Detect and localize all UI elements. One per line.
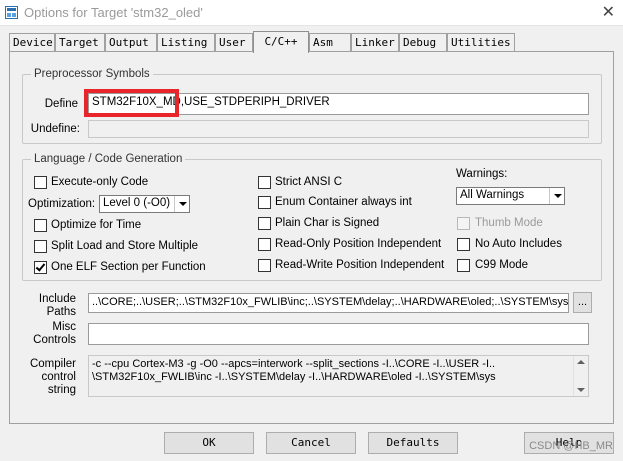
no-auto-includes-label: No Auto Includes: [475, 238, 562, 250]
define-label: Define: [44, 98, 78, 110]
warnings-label: Warnings:: [456, 168, 508, 180]
tab-output[interactable]: Output: [105, 33, 157, 52]
tab-utilities[interactable]: Utilities: [447, 33, 515, 52]
include-paths-label-line1: Include: [38, 293, 76, 305]
options-panel: Preprocessor Symbols Define STM32F10X_MD…: [9, 51, 614, 424]
define-input[interactable]: STM32F10X_MD,USE_STDPERIPH_DRIVER: [88, 93, 589, 115]
compiler-control-textarea[interactable]: -c --cpu Cortex-M3 -g -O0 --apcs=interwo…: [88, 355, 589, 397]
compiler-control-label-line1: Compiler: [29, 358, 76, 370]
no-auto-includes-checkbox[interactable]: [457, 238, 470, 251]
undefine-input[interactable]: [88, 120, 589, 138]
close-icon[interactable]: ✕: [602, 2, 615, 22]
compiler-control-scrollbar[interactable]: [573, 356, 588, 396]
app-icon: [5, 6, 18, 19]
strict-ansi-label: Strict ANSI C: [275, 176, 343, 188]
language-group-label: Language / Code Generation: [34, 153, 183, 165]
preprocessor-group-label: Preprocessor Symbols: [34, 68, 150, 80]
enum-container-label: Enum Container always int: [275, 196, 412, 208]
include-paths-input[interactable]: ..\CORE;..\USER;..\STM32F10x_FWLIB\inc;.…: [88, 293, 569, 313]
tab-debug[interactable]: Debug: [399, 33, 447, 52]
split-load-label: Split Load and Store Multiple: [51, 240, 199, 252]
ok-button[interactable]: OK: [164, 432, 254, 454]
one-elf-label: One ELF Section per Function: [51, 261, 206, 273]
warnings-select[interactable]: All Warnings: [456, 187, 565, 205]
misc-controls-input[interactable]: [88, 323, 589, 345]
misc-controls-label: Misc Controls: [24, 321, 76, 347]
plain-char-checkbox[interactable]: [258, 217, 271, 230]
compiler-control-label-line2: control: [41, 371, 76, 383]
optimization-select[interactable]: Level 0 (-O0): [99, 195, 190, 213]
scroll-up-icon[interactable]: [577, 360, 585, 364]
rw-pi-label: Read-Write Position Independent: [275, 259, 445, 271]
one-elf-checkbox[interactable]: [34, 261, 47, 274]
browse-include-paths-button[interactable]: ...: [573, 292, 592, 313]
c99-mode-label: C99 Mode: [475, 259, 529, 271]
compiler-control-line1: -c --cpu Cortex-M3 -g -O0 --apcs=interwo…: [92, 358, 496, 370]
compiler-control-label: Compiler control string: [24, 358, 76, 397]
enum-container-checkbox[interactable]: [258, 196, 271, 209]
include-paths-label: Include Paths: [24, 293, 76, 319]
title-bar: Options for Target 'stm32_oled' ✕: [0, 0, 623, 26]
tab-user[interactable]: User: [215, 33, 253, 52]
chevron-down-icon: [549, 188, 564, 204]
chevron-down-icon: [174, 196, 189, 212]
split-load-checkbox[interactable]: [34, 240, 47, 253]
check-icon: [35, 261, 46, 272]
plain-char-label: Plain Char is Signed: [275, 217, 380, 229]
ro-pi-checkbox[interactable]: [258, 238, 271, 251]
compiler-control-label-line3: string: [47, 384, 76, 396]
execute-only-label: Execute-only Code: [51, 176, 149, 188]
rw-pi-checkbox[interactable]: [258, 259, 271, 272]
tab-target[interactable]: Target: [55, 33, 105, 52]
tab-c-cpp[interactable]: C/C++: [253, 31, 309, 53]
optimization-label: Optimization:: [28, 198, 96, 210]
c99-mode-checkbox[interactable]: [457, 259, 470, 272]
optimization-value: Level 0 (-O0): [103, 197, 171, 209]
misc-controls-label-line2: Controls: [33, 334, 76, 346]
undefine-label: Undefine:: [30, 123, 80, 135]
tab-strip: Device Target Output Listing User C/C++ …: [9, 31, 614, 53]
strict-ansi-checkbox[interactable]: [258, 176, 271, 189]
warnings-value: All Warnings: [460, 189, 525, 201]
tab-listing[interactable]: Listing: [157, 33, 215, 52]
tab-device[interactable]: Device: [9, 33, 55, 52]
window-title: Options for Target 'stm32_oled': [24, 5, 203, 20]
misc-controls-label-line1: Misc: [52, 321, 76, 333]
compiler-control-line2: \STM32F10x_FWLIB\inc -I..\SYSTEM\delay -…: [92, 371, 496, 383]
tab-asm[interactable]: Asm: [309, 33, 351, 52]
thumb-mode-checkbox[interactable]: [457, 217, 470, 230]
defaults-button[interactable]: Defaults: [368, 432, 458, 454]
optimize-time-checkbox[interactable]: [34, 219, 47, 232]
include-paths-label-line2: Paths: [46, 306, 76, 318]
thumb-mode-label: Thumb Mode: [475, 217, 543, 229]
tab-linker[interactable]: Linker: [351, 33, 399, 52]
ro-pi-label: Read-Only Position Independent: [275, 238, 442, 250]
scroll-down-icon[interactable]: [577, 388, 585, 392]
execute-only-checkbox[interactable]: [34, 176, 47, 189]
cancel-button[interactable]: Cancel: [266, 432, 356, 454]
optimize-time-label: Optimize for Time: [51, 219, 142, 231]
watermark: CSDN @HB_MR: [529, 440, 613, 452]
